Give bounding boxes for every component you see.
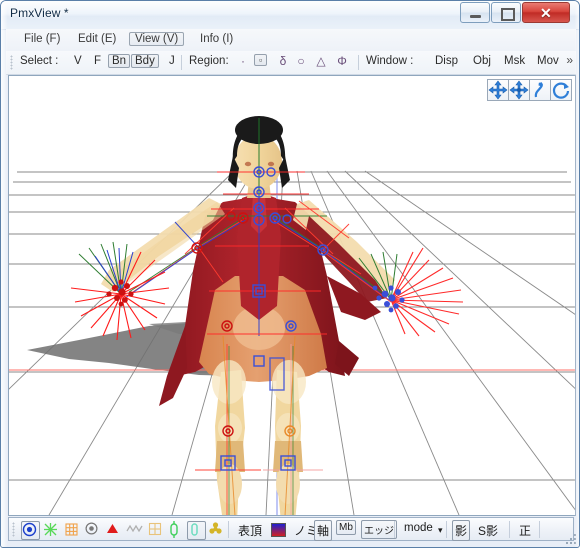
wireframe-icon[interactable] bbox=[126, 521, 143, 538]
window-title: PmxView * bbox=[10, 6, 69, 20]
uv-grid-icon[interactable] bbox=[147, 521, 164, 538]
move-xy-gizmo[interactable] bbox=[487, 79, 509, 101]
mode-button[interactable]: mode bbox=[401, 520, 436, 536]
close-button[interactable]: ✕ bbox=[522, 2, 570, 23]
tool-bar: Select : V F Bn Bdy J Region: · ▫ δ ○ △ … bbox=[6, 51, 576, 75]
menu-item-view[interactable]: View (V) bbox=[129, 32, 185, 46]
model-mesh bbox=[101, 116, 395, 515]
weight-grid-icon[interactable] bbox=[63, 521, 80, 538]
title-bar: PmxView * ✕ bbox=[1, 1, 579, 30]
toolbar-overflow-button[interactable]: » bbox=[566, 53, 573, 67]
vertex-display-icon[interactable] bbox=[21, 521, 40, 540]
menu-item-edit[interactable]: Edit (E) bbox=[72, 32, 122, 46]
rotate-view-gizmo[interactable] bbox=[550, 79, 572, 101]
bottom-tool-bar: 表頂 ノミ 軸 Mb エッジ mode ▾ 影 S影 正 bbox=[8, 517, 574, 541]
maximize-icon bbox=[501, 8, 515, 21]
select-joint-button[interactable]: J bbox=[165, 54, 179, 68]
axis-button[interactable]: 軸 bbox=[314, 520, 333, 541]
viewport-render bbox=[9, 116, 575, 515]
minimize-button[interactable] bbox=[460, 2, 490, 23]
move-all-gizmo[interactable] bbox=[508, 79, 530, 101]
triangle-region-icon[interactable]: △ bbox=[314, 54, 328, 68]
rigidbody-icon[interactable] bbox=[187, 521, 206, 540]
select-label: Select : bbox=[20, 55, 59, 67]
maximize-button[interactable] bbox=[491, 2, 521, 23]
resize-grip[interactable] bbox=[564, 532, 578, 546]
window-mov-button[interactable]: Mov bbox=[533, 54, 563, 68]
select-body-button[interactable]: Bdy bbox=[131, 54, 159, 68]
bottom-separator-2 bbox=[394, 521, 395, 538]
self-shadow-button[interactable]: S影 bbox=[475, 520, 501, 541]
region-label: Region: bbox=[189, 55, 229, 67]
vertex-scatter-icon[interactable] bbox=[42, 521, 59, 538]
circle-region-icon[interactable]: ○ bbox=[294, 54, 308, 68]
toolbar-separator-2 bbox=[358, 55, 359, 70]
bone-point-icon[interactable] bbox=[84, 521, 101, 538]
menu-item-info[interactable]: Info (I) bbox=[194, 32, 239, 46]
viewport-gizmo-bar bbox=[487, 79, 572, 101]
rect-region-icon[interactable]: ▫ bbox=[254, 54, 268, 66]
edge-button[interactable]: エッジ bbox=[361, 520, 397, 539]
select-vertex-button[interactable]: V bbox=[70, 54, 86, 68]
morph-icon[interactable] bbox=[208, 521, 225, 538]
point-region-icon[interactable]: · bbox=[238, 54, 248, 68]
rotate-local-gizmo[interactable] bbox=[529, 79, 551, 101]
bottom-separator-5 bbox=[539, 521, 540, 538]
bottom-separator-4 bbox=[509, 521, 510, 538]
bottom-bar-grip[interactable] bbox=[12, 522, 15, 537]
freeform-region-icon[interactable]: δ bbox=[277, 54, 289, 68]
select-face-button[interactable]: F bbox=[90, 54, 105, 68]
menu-bar: File (F) Edit (E) View (V) Info (I) bbox=[6, 29, 576, 52]
window-disp-button[interactable]: Disp bbox=[431, 54, 462, 68]
select-bone-button[interactable]: Bn bbox=[108, 54, 131, 68]
menu-item-file[interactable]: File (F) bbox=[18, 32, 66, 46]
close-icon: ✕ bbox=[540, 5, 552, 21]
bottom-separator-1 bbox=[228, 521, 229, 538]
bone-name-button[interactable]: Mb bbox=[336, 520, 356, 535]
3d-viewport[interactable] bbox=[8, 75, 576, 516]
face-triangle-icon[interactable] bbox=[105, 521, 122, 538]
shadow-button[interactable]: 影 bbox=[452, 520, 471, 541]
toolbar-separator-1 bbox=[181, 55, 182, 70]
window-msk-button[interactable]: Msk bbox=[500, 54, 529, 68]
mode-caret-icon[interactable]: ▾ bbox=[435, 523, 446, 538]
minimize-icon bbox=[470, 15, 481, 18]
omote-chou-button[interactable]: 表頂 bbox=[235, 520, 265, 541]
sphere-region-icon[interactable]: Φ bbox=[335, 54, 349, 68]
pmxview-window: PmxView * ✕ File (F) Edit (E) View (V) I… bbox=[0, 0, 580, 548]
orthographic-button[interactable]: 正 bbox=[516, 520, 534, 541]
window-obj-button[interactable]: Obj bbox=[469, 54, 495, 68]
color-swatch[interactable] bbox=[271, 523, 286, 537]
bottom-separator-3 bbox=[446, 521, 447, 538]
window-label: Window : bbox=[366, 55, 414, 67]
joint-icon[interactable] bbox=[168, 521, 185, 538]
toolbar-grip[interactable] bbox=[10, 55, 13, 70]
